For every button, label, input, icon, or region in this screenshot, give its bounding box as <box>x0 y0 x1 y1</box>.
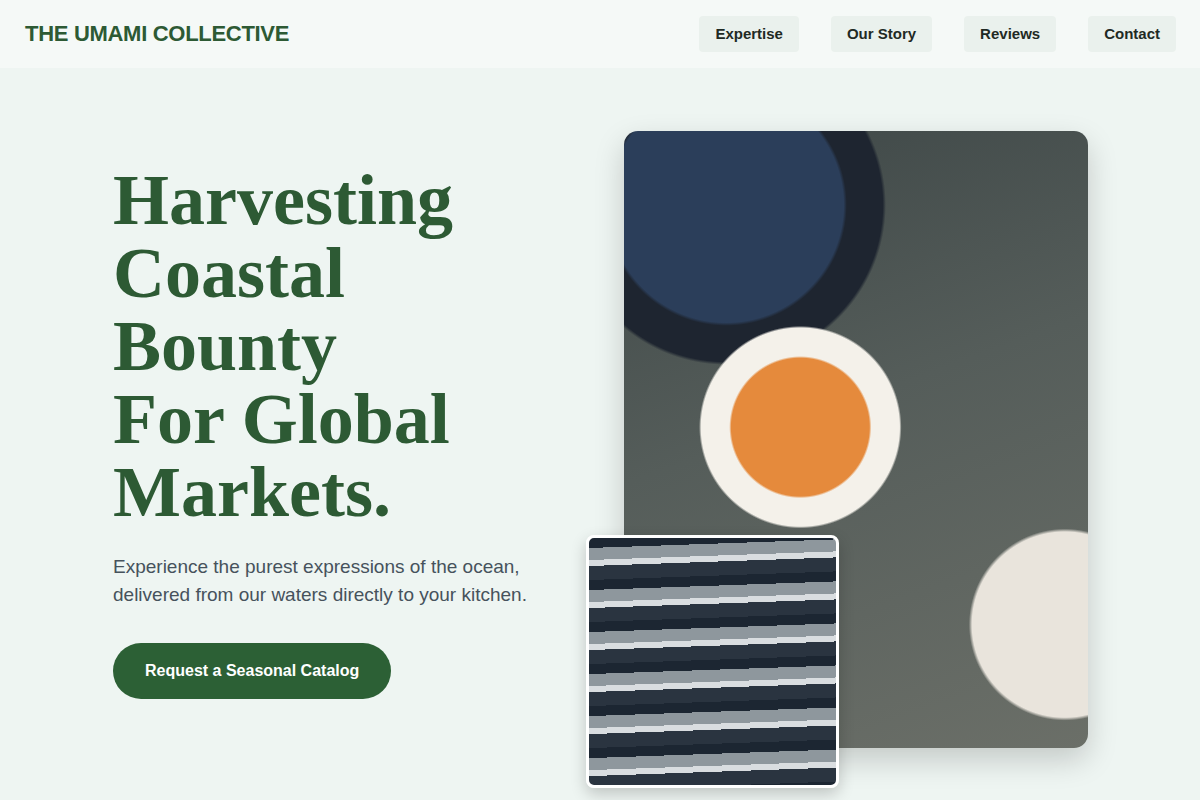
catalog-button[interactable]: Request a Seasonal Catalog <box>113 643 391 699</box>
hero-subtitle: Experience the purest expressions of the… <box>113 553 583 609</box>
site-header: THE UMAMI COLLECTIVE Expertise Our Story Re… <box>0 0 1200 68</box>
logo[interactable]: THE UMAMI COLLECTIVE <box>25 21 289 47</box>
hero-heading: HarvestingCoastalBountyFor GlobalMarkets… <box>113 164 603 529</box>
heading-line: Markets. <box>113 456 603 529</box>
nav-link[interactable]: Our Story <box>831 16 932 52</box>
nav-link[interactable]: Expertise <box>699 16 799 52</box>
fish-photo <box>586 535 839 788</box>
hero-text: HarvestingCoastalBountyFor GlobalMarkets… <box>113 68 603 699</box>
main-nav: Expertise Our Story Reviews Contact <box>699 16 1176 52</box>
nav-link[interactable]: Reviews <box>964 16 1056 52</box>
heading-line: Coastal <box>113 237 603 310</box>
hero-section: HarvestingCoastalBountyFor GlobalMarkets… <box>0 68 1200 748</box>
heading-line: Harvesting <box>113 164 603 237</box>
nav-link[interactable]: Contact <box>1088 16 1176 52</box>
heading-line: Bounty <box>113 310 603 383</box>
hero-images <box>624 131 1088 748</box>
heading-line: For Global <box>113 383 603 456</box>
